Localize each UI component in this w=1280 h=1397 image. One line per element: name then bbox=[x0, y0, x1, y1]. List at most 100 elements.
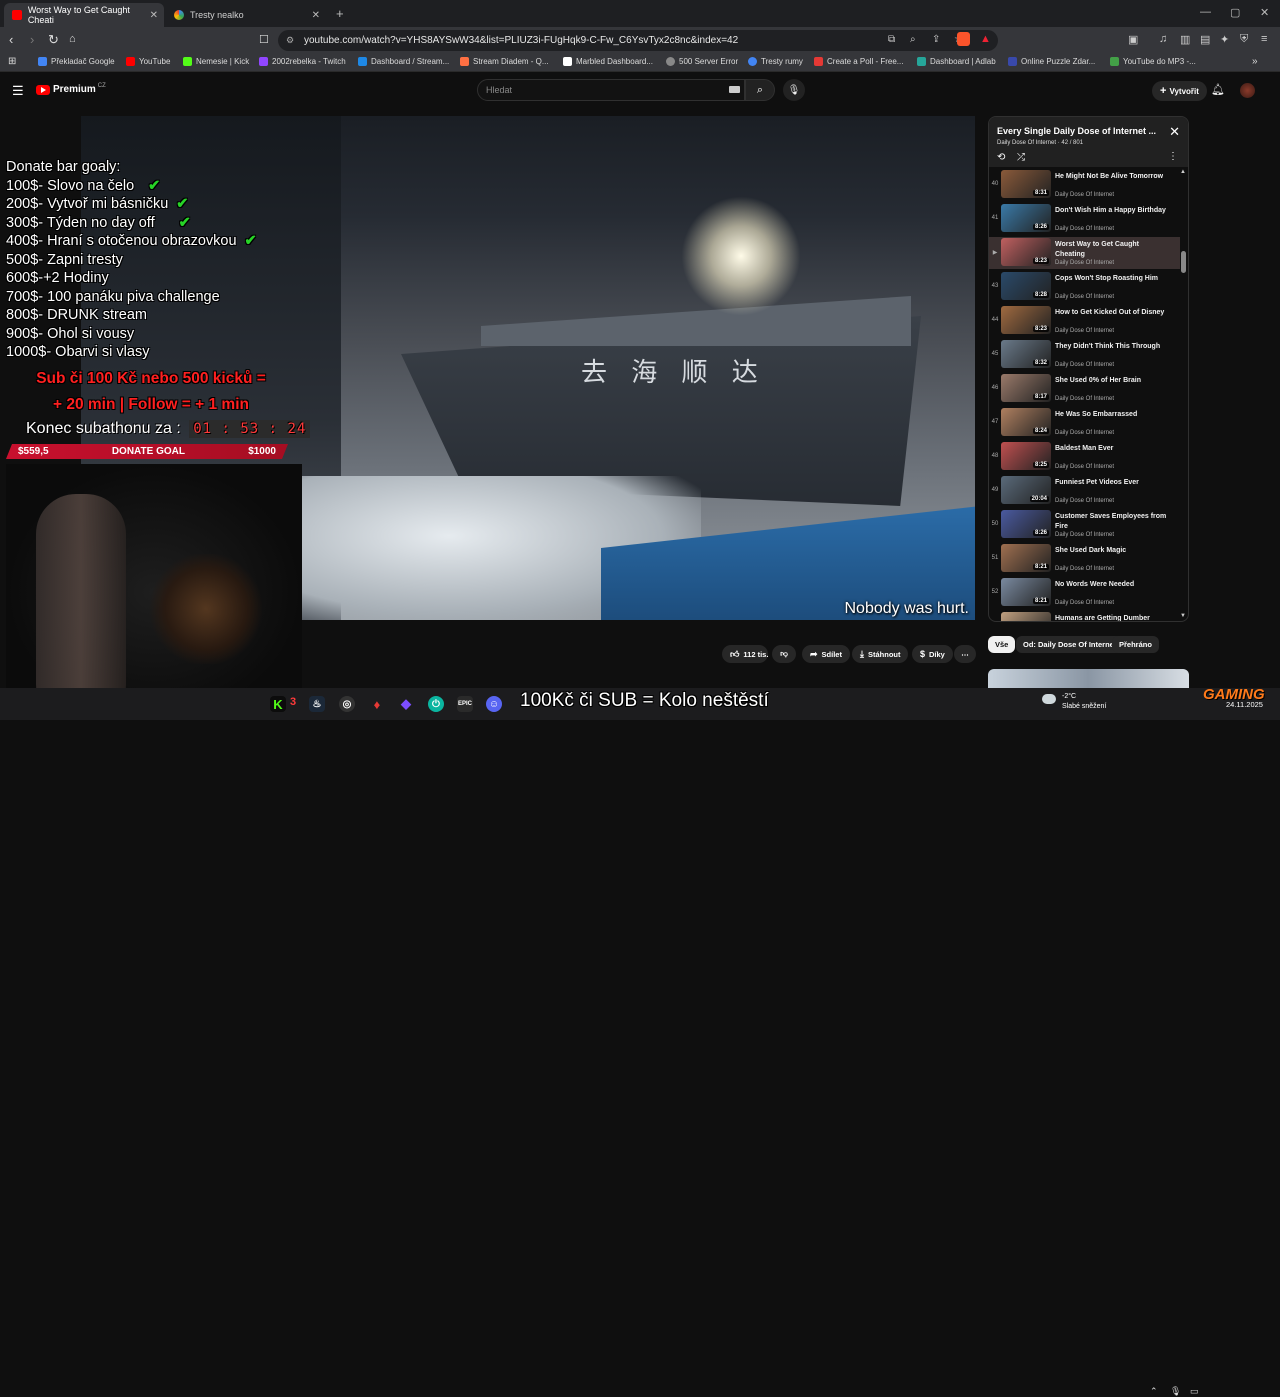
bookmark-item[interactable]: Stream Diadem - Q... bbox=[460, 57, 549, 66]
playlist-item-thumbnail[interactable]: 8:21 bbox=[1001, 578, 1051, 606]
forward-icon[interactable]: › bbox=[30, 32, 34, 47]
playlist-item[interactable]: 45 8:32 They Didn't Think This Through Dail… bbox=[989, 339, 1180, 371]
playlist-item-title[interactable]: He Was So Embarrassed bbox=[1055, 410, 1167, 420]
playlist-item-thumbnail[interactable]: 8:31 bbox=[1001, 170, 1051, 198]
obs-icon[interactable]: ◎ bbox=[339, 696, 355, 712]
playlist-item-thumbnail[interactable] bbox=[1001, 612, 1051, 621]
sidebar-icon[interactable]: ▥ bbox=[1180, 33, 1190, 46]
kick-app-icon[interactable]: K bbox=[270, 696, 286, 712]
youtube-logo[interactable]: Premium CZ bbox=[36, 83, 106, 95]
zoom-icon[interactable]: ⌕ bbox=[910, 34, 916, 45]
bookmark-item[interactable]: Marbled Dashboard... bbox=[563, 57, 653, 66]
bookmark-item[interactable]: Tresty rumy bbox=[748, 57, 803, 66]
playlist-item-title[interactable]: She Used Dark Magic bbox=[1055, 546, 1167, 556]
playlist-item[interactable]: 52 8:21 No Words Were Needed Daily Dose Of … bbox=[989, 577, 1180, 609]
playlist-item-title[interactable]: Customer Saves Employees from Fire bbox=[1055, 512, 1167, 532]
bookmark-item[interactable]: Create a Poll - Free... bbox=[814, 57, 903, 66]
bookmark-icon[interactable]: ☐ bbox=[259, 33, 269, 46]
apps-icon[interactable]: ⊞ bbox=[8, 56, 16, 67]
bookmark-item[interactable]: 500 Server Error bbox=[666, 57, 738, 66]
playlist-item-thumbnail[interactable]: 8:26 bbox=[1001, 204, 1051, 232]
tray-chevron-icon[interactable]: ⌃ bbox=[1150, 1386, 1158, 1397]
power-app-icon[interactable]: ⏻ bbox=[428, 696, 444, 712]
bookmark-item[interactable]: Nemesie | Kick bbox=[183, 57, 249, 66]
scrollbar-thumb[interactable] bbox=[1181, 251, 1186, 273]
playlist-item[interactable]: 41 8:26 Don't Wish Him a Happy Birthday Dai… bbox=[989, 203, 1180, 235]
playlist-item-title[interactable]: No Words Were Needed bbox=[1055, 580, 1167, 590]
shuffle-icon[interactable]: ⤮ bbox=[1017, 152, 1025, 163]
tab-tresty[interactable]: Tresty nealko ✕ bbox=[166, 3, 326, 27]
back-icon[interactable]: ‹ bbox=[9, 32, 13, 47]
playlist-item-thumbnail[interactable]: 8:24 bbox=[1001, 408, 1051, 436]
playlist-item-thumbnail[interactable]: 8:26 bbox=[1001, 510, 1051, 538]
playlist-item-thumbnail[interactable]: 8:23 bbox=[1001, 306, 1051, 334]
playlist-item[interactable]: 46 8:17 She Used 0% of Her Brain Daily Dose… bbox=[989, 373, 1180, 405]
dislike-button[interactable]: 👎︎ bbox=[772, 645, 796, 663]
steam-icon[interactable]: ♨ bbox=[309, 696, 325, 712]
tray-mic-icon[interactable]: 🎙 bbox=[1170, 1386, 1181, 1397]
bookmark-item[interactable]: Dashboard | Adlab bbox=[917, 57, 996, 66]
wallet-icon[interactable]: ▤ bbox=[1200, 33, 1210, 46]
home-icon[interactable]: ⌂ bbox=[69, 33, 76, 45]
avatar[interactable] bbox=[1240, 83, 1255, 98]
more-actions-button[interactable]: ⋯ bbox=[954, 645, 976, 663]
search-button[interactable]: ⌕ bbox=[745, 79, 775, 101]
bookmark-item[interactable]: Online Puzzle Zdar... bbox=[1008, 57, 1095, 66]
maximize-icon[interactable]: ▢ bbox=[1230, 6, 1240, 19]
weather-widget[interactable]: -2°C Slabé sněžení bbox=[1042, 692, 1106, 712]
search-input[interactable]: Hledat bbox=[477, 79, 745, 101]
location-icon[interactable]: ♦ bbox=[369, 696, 385, 712]
playlist-item-title[interactable]: Humans are Getting Dumber bbox=[1055, 614, 1167, 621]
playlist-item-thumbnail[interactable]: 8:23 bbox=[1001, 238, 1051, 266]
more-bookmarks-icon[interactable]: » bbox=[1252, 56, 1258, 67]
playlist-item[interactable]: 49 20:04 Funniest Pet Videos Ever Daily Dos… bbox=[989, 475, 1180, 507]
playlist-item-title[interactable]: They Didn't Think This Through bbox=[1055, 342, 1167, 352]
site-info-icon[interactable]: ⚙ bbox=[286, 35, 294, 46]
chip-all[interactable]: Vše bbox=[988, 636, 1016, 653]
discord-icon[interactable]: ☺ bbox=[486, 696, 502, 712]
playlist-item[interactable]: 44 8:23 How to Get Kicked Out of Disney Dai… bbox=[989, 305, 1180, 337]
app-diamond-icon[interactable]: ◆ bbox=[398, 696, 414, 712]
close-tab-icon[interactable]: ✕ bbox=[312, 10, 320, 21]
new-tab-icon[interactable]: + bbox=[336, 6, 344, 21]
menu-icon[interactable]: ≡ bbox=[1261, 33, 1267, 45]
taskbar-clock[interactable]: 24.11.2025 bbox=[1226, 700, 1263, 710]
epic-games-icon[interactable]: EPIC bbox=[457, 696, 473, 712]
voice-search-button[interactable]: 🎙 bbox=[783, 79, 805, 101]
playlist-item[interactable]: 40 8:31 He Might Not Be Alive Tomorrow Dail… bbox=[989, 169, 1180, 201]
bookmark-item[interactable]: 2002rebelka - Twitch bbox=[259, 57, 346, 66]
loop-icon[interactable]: ⟲ bbox=[997, 152, 1005, 163]
bookmark-item[interactable]: Dashboard / Stream... bbox=[358, 57, 449, 66]
address-bar[interactable]: ⚙ youtube.com/watch?v=YHS8AYSwW34&list=P… bbox=[278, 30, 998, 51]
chip-from-channel[interactable]: Od: Daily Dose Of Internet bbox=[1016, 636, 1124, 653]
tab-youtube-video[interactable]: Worst Way to Get Caught Cheati ✕ bbox=[4, 3, 164, 27]
playlist-item[interactable]: 43 8:28 Cops Won't Stop Roasting Him Daily … bbox=[989, 271, 1180, 303]
playlist-more-icon[interactable]: ⋮ bbox=[1168, 151, 1178, 162]
close-tab-icon[interactable]: ✕ bbox=[150, 10, 158, 21]
notifications-bell-icon[interactable]: 🔔︎ bbox=[1211, 83, 1225, 96]
playlist-title[interactable]: Every Single Daily Dose of Internet ... bbox=[997, 126, 1167, 136]
playlist-item-title[interactable]: How to Get Kicked Out of Disney bbox=[1055, 308, 1167, 318]
reload-icon[interactable]: ↻ bbox=[48, 32, 59, 48]
playlist-item-title[interactable]: He Might Not Be Alive Tomorrow bbox=[1055, 172, 1167, 182]
playlist-item-title[interactable]: She Used 0% of Her Brain bbox=[1055, 376, 1167, 386]
bookmark-item[interactable]: YouTube bbox=[126, 57, 170, 66]
share-page-icon[interactable]: ⇪ bbox=[932, 34, 940, 45]
download-button[interactable]: ⤓ Stáhnout bbox=[852, 645, 909, 663]
playlist-item-thumbnail[interactable]: 20:04 bbox=[1001, 476, 1051, 504]
bookmark-item[interactable]: Překladač Google bbox=[38, 57, 115, 66]
hamburger-menu-icon[interactable]: ☰ bbox=[12, 83, 24, 99]
playlist-item-thumbnail[interactable]: 8:28 bbox=[1001, 272, 1051, 300]
thanks-button[interactable]: $ Díky bbox=[912, 645, 953, 663]
tab-search-icon[interactable]: ▣ bbox=[1128, 33, 1138, 46]
playlist-item[interactable]: ▶ 8:23 Worst Way to Get Caught Cheating Dai… bbox=[989, 237, 1180, 269]
close-playlist-icon[interactable]: ✕ bbox=[1169, 124, 1180, 140]
close-window-icon[interactable]: ✕ bbox=[1260, 6, 1269, 19]
playlist-item[interactable]: 47 8:24 He Was So Embarrassed Daily Dose Of… bbox=[989, 407, 1180, 439]
playlist-scrollbar[interactable]: ▲ ▼ bbox=[1180, 169, 1186, 621]
playlist-item[interactable]: 48 8:25 Baldest Man Ever Daily Dose Of Inte… bbox=[989, 441, 1180, 473]
playlist-item-thumbnail[interactable]: 8:21 bbox=[1001, 544, 1051, 572]
playlist-item-thumbnail[interactable]: 8:17 bbox=[1001, 374, 1051, 402]
playlist-item-thumbnail[interactable]: 8:32 bbox=[1001, 340, 1051, 368]
playlist-item[interactable]: 53Humans are Getting DumberDaily Dose Of… bbox=[989, 611, 1180, 621]
